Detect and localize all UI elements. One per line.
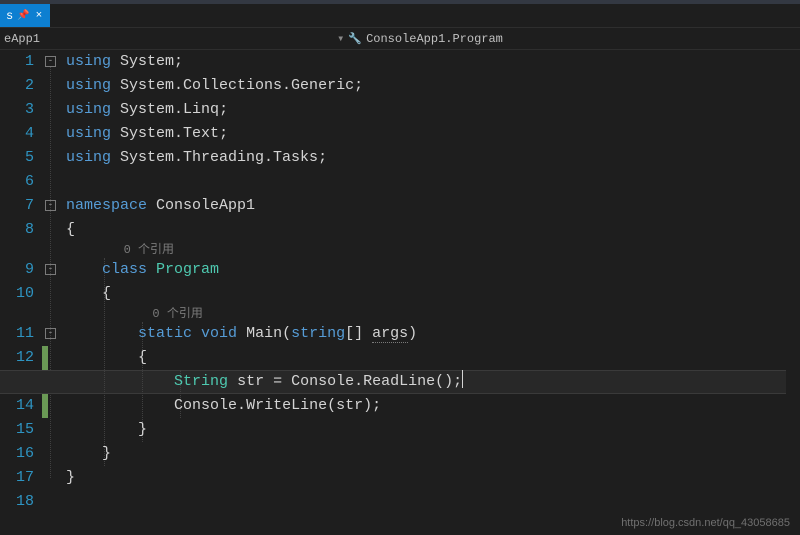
active-tab[interactable]: s 📌 × <box>0 4 50 27</box>
line-number: 8 <box>0 218 34 242</box>
line-number: 3 <box>0 98 34 122</box>
line-number: 12 <box>0 346 34 370</box>
line-number: 15 <box>0 418 34 442</box>
code-line[interactable]: static void Main(string[] args) <box>66 322 800 346</box>
code-line[interactable]: using System.Text; <box>66 122 800 146</box>
vertical-scrollbar[interactable] <box>786 96 800 535</box>
code-area[interactable]: using System; using System.Collections.G… <box>66 50 800 535</box>
code-line[interactable]: } <box>66 442 800 466</box>
code-line[interactable]: } <box>66 466 800 490</box>
code-line[interactable]: { <box>66 346 800 370</box>
code-line[interactable] <box>66 170 800 194</box>
codelens-link[interactable]: 0 个引用 <box>66 242 800 258</box>
line-number: 5 <box>0 146 34 170</box>
line-number-gutter: 1 2 3 4 5 6 7 8 9 10 11 12 13 14 15 16 1… <box>0 50 42 535</box>
code-line[interactable]: Console.WriteLine(str); <box>66 394 800 418</box>
editor[interactable]: 1 2 3 4 5 6 7 8 9 10 11 12 13 14 15 16 1… <box>0 50 800 535</box>
pin-icon[interactable]: 📌 <box>17 10 29 22</box>
code-line[interactable]: namespace ConsoleApp1 <box>66 194 800 218</box>
code-line[interactable]: { <box>66 282 800 306</box>
wrench-icon: 🔧 <box>348 32 362 46</box>
code-line[interactable]: String str = Console.ReadLine(); <box>66 370 800 394</box>
code-line[interactable]: using System; <box>66 50 800 74</box>
line-number: 9 <box>0 258 34 282</box>
line-number: 1 <box>0 50 34 74</box>
line-number: 11 <box>0 322 34 346</box>
line-number: 6 <box>0 170 34 194</box>
code-line[interactable]: { <box>66 218 800 242</box>
line-number: 14 <box>0 394 34 418</box>
code-line[interactable]: class Program <box>66 258 800 282</box>
context-project[interactable]: eApp1 <box>0 32 40 46</box>
outline-column: - - - - <box>42 50 66 535</box>
fold-toggle[interactable]: - <box>45 56 56 67</box>
line-number: 10 <box>0 282 34 306</box>
line-number: 17 <box>0 466 34 490</box>
codelens-link[interactable]: 0 个引用 <box>66 306 800 322</box>
code-line[interactable]: using System.Linq; <box>66 98 800 122</box>
line-number: 4 <box>0 122 34 146</box>
context-bar: eApp1 ▾ 🔧 ConsoleApp1.Program <box>0 28 800 50</box>
code-line[interactable]: using System.Collections.Generic; <box>66 74 800 98</box>
line-number: 16 <box>0 442 34 466</box>
close-tab-button[interactable]: × <box>34 10 45 22</box>
code-line[interactable] <box>66 490 800 514</box>
tab-label: s <box>6 9 13 23</box>
code-line[interactable]: } <box>66 418 800 442</box>
context-crumb-label: ConsoleApp1.Program <box>366 32 503 46</box>
code-line[interactable]: using System.Threading.Tasks; <box>66 146 800 170</box>
context-crumb[interactable]: ▾ 🔧 ConsoleApp1.Program <box>40 31 800 46</box>
watermark: https://blog.csdn.net/qq_43058685 <box>621 517 790 529</box>
text-caret <box>462 370 463 388</box>
line-number: 18 <box>0 490 34 514</box>
tab-strip: s 📌 × <box>0 4 800 28</box>
line-number: 7 <box>0 194 34 218</box>
line-number: 2 <box>0 74 34 98</box>
